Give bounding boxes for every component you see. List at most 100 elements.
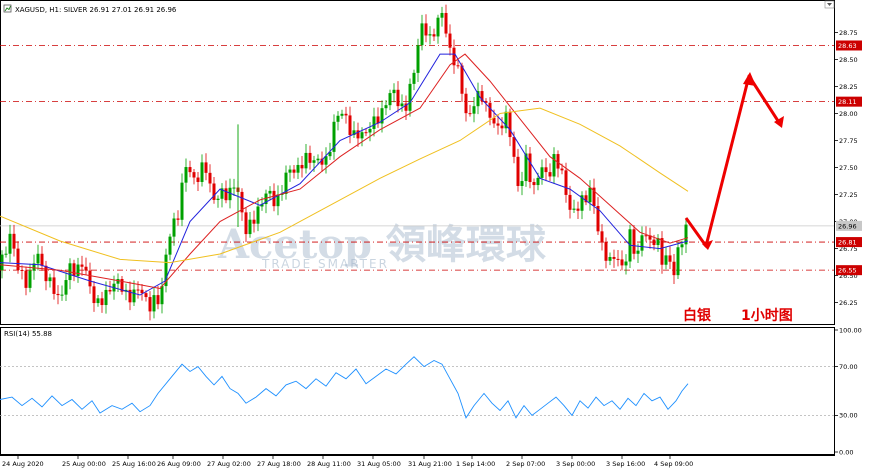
candle-body — [152, 295, 156, 312]
time-tick-label: 3 Sep 16:00 — [606, 460, 645, 468]
candle-body — [632, 229, 636, 254]
price-tick-label: 28.00 — [839, 110, 858, 118]
time-tick-label: 25 Aug 00:00 — [62, 460, 106, 468]
candle-body — [40, 253, 44, 266]
candle-body — [12, 233, 16, 249]
candle-body — [60, 294, 64, 296]
candle-body — [616, 258, 620, 260]
rsi-tick-label: 30.00 — [839, 412, 858, 420]
candle-body — [84, 266, 88, 271]
price-tick-label: 27.75 — [839, 137, 858, 145]
candle-body — [600, 231, 604, 242]
price-tick-label: 27.25 — [839, 191, 858, 199]
time-tick-label: 2 Sep 07:00 — [506, 460, 545, 468]
candle-body — [216, 198, 220, 200]
candle-body — [336, 115, 340, 122]
price-tick-label: 28.50 — [839, 56, 858, 64]
candle-body — [624, 261, 628, 266]
candle-body — [444, 12, 448, 34]
projection-arrow — [684, 72, 784, 250]
level-tag-label: 26.55 — [838, 267, 857, 275]
candle-body — [212, 183, 216, 200]
time-tick-label: 31 Aug 05:00 — [357, 460, 401, 468]
level-tag-label: 28.63 — [838, 42, 857, 50]
candle-body — [620, 259, 624, 266]
candle-body — [436, 17, 440, 37]
candle-body — [296, 164, 300, 173]
candle-body — [88, 270, 92, 287]
candle-body — [420, 23, 424, 46]
candle-body — [512, 137, 516, 157]
candles — [0, 4, 688, 321]
candle-body — [252, 219, 256, 224]
candle-body — [224, 188, 228, 201]
candle-body — [360, 132, 364, 139]
candle-body — [80, 264, 84, 267]
candle-body — [48, 277, 52, 282]
candle-body — [144, 293, 148, 298]
candle-body — [428, 34, 432, 36]
annotation-asset: 白银 — [683, 307, 712, 324]
candle-body — [136, 289, 140, 291]
candle-body — [540, 167, 544, 178]
candle-body — [160, 286, 164, 305]
candle-body — [520, 181, 524, 186]
rsi-label: RSI(14) 55.88 — [4, 330, 52, 338]
candle-body — [92, 286, 96, 304]
annotation-timeframe: 1小时图 — [741, 307, 793, 324]
candle-body — [316, 158, 320, 161]
price-axis: 26.2526.5026.7527.0027.2527.5027.7528.00… — [834, 29, 858, 307]
candle-body — [368, 128, 372, 133]
window-scroll-icon[interactable] — [824, 0, 835, 9]
candle-body — [24, 270, 28, 288]
symbol-header: XAGUSD, H1: SILVER 26.91 27.01 26.91 26.… — [3, 4, 177, 14]
candle-body — [364, 132, 368, 134]
candle-body — [148, 297, 152, 312]
candle-body — [132, 289, 136, 303]
candle-body — [388, 93, 392, 106]
candle-body — [664, 255, 668, 265]
candle-body — [640, 235, 644, 251]
candle-body — [308, 152, 312, 163]
watermark-tagline: TRADE SMARTER — [261, 257, 389, 271]
time-tick-label: 28 Aug 11:00 — [307, 460, 351, 468]
candle-body — [28, 270, 32, 288]
candle-body — [396, 89, 400, 107]
candle-body — [188, 167, 192, 173]
candle-body — [196, 177, 200, 182]
candle-body — [96, 298, 100, 304]
candle-body — [472, 106, 476, 114]
candle-body — [44, 265, 48, 282]
candle-body — [292, 169, 296, 173]
candle-body — [184, 167, 188, 183]
candle-body — [564, 170, 568, 195]
chart-canvas: Acetop 領峰環球 TRADE SMARTER XAGUSD, H1: SI… — [0, 0, 862, 468]
candle-body — [508, 111, 512, 138]
time-tick-label: 3 Sep 00:00 — [556, 460, 595, 468]
candle-body — [108, 289, 112, 292]
candle-body — [372, 116, 376, 129]
candle-body — [548, 172, 552, 177]
candle-body — [344, 113, 348, 116]
rsi-pane-frame — [0, 327, 835, 455]
candle-body — [400, 103, 404, 107]
candle-body — [668, 255, 672, 262]
candle-body — [384, 105, 388, 109]
candle-body — [608, 256, 612, 261]
candle-body — [76, 264, 80, 277]
candle-body — [544, 167, 548, 173]
candle-body — [172, 218, 176, 237]
candle-body — [180, 182, 184, 220]
candle-body — [448, 33, 452, 48]
rsi-levels — [0, 366, 834, 416]
candle-body — [232, 187, 236, 189]
level-tag-label: 28.11 — [838, 98, 857, 106]
candle-body — [416, 45, 420, 73]
price-tick-label: 27.50 — [839, 164, 858, 172]
candle-body — [392, 89, 396, 94]
candle-body — [52, 277, 56, 294]
candle-body — [560, 168, 564, 171]
candle-body — [552, 154, 556, 177]
candle-body — [604, 241, 608, 261]
candle-body — [256, 206, 260, 224]
